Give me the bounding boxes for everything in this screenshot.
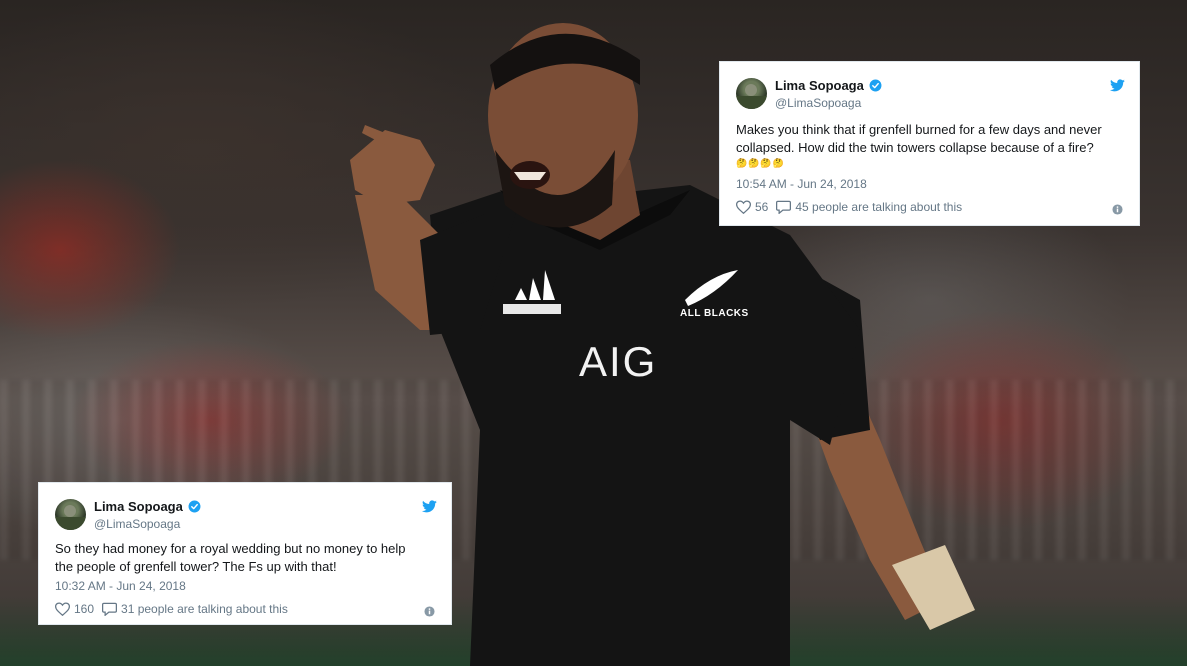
verified-badge-icon — [869, 79, 882, 92]
jersey-team-text: ALL BLACKS — [680, 308, 749, 319]
tweet-actions: 160 31 people are talking about this — [55, 602, 435, 616]
avatar[interactable] — [736, 78, 767, 109]
heart-icon — [736, 200, 751, 214]
tweet-actions: 56 45 people are talking about this — [736, 200, 1123, 214]
author-name[interactable]: Lima Sopoaga — [775, 78, 864, 93]
jersey-sponsor-text: AIG — [579, 338, 658, 385]
info-icon[interactable] — [424, 606, 435, 617]
tweet-emoji-line: 🤔🤔🤔🤔 — [736, 158, 785, 168]
tweet-text-line: So they had money for a royal wedding bu… — [55, 541, 406, 556]
conversation-link[interactable]: 45 people are talking about this — [776, 200, 962, 214]
talking-count-text: 31 people are talking about this — [121, 602, 288, 616]
tweet-text-line: Makes you think that if grenfell burned … — [736, 122, 1102, 137]
avatar[interactable] — [55, 499, 86, 530]
speech-bubble-icon — [102, 602, 118, 616]
heart-icon — [55, 602, 70, 616]
author-name[interactable]: Lima Sopoaga — [94, 499, 183, 514]
tweet-text: So they had money for a royal wedding bu… — [55, 540, 435, 576]
tweet-card[interactable]: Lima Sopoaga @LimaSopoaga So they had mo… — [38, 482, 452, 625]
tweet-timestamp[interactable]: 10:32 AM - Jun 24, 2018 — [55, 579, 186, 593]
twitter-bird-icon[interactable] — [422, 500, 437, 513]
twitter-bird-icon[interactable] — [1110, 79, 1125, 92]
tweet-timestamp[interactable]: 10:54 AM - Jun 24, 2018 — [736, 177, 867, 191]
tweet-card[interactable]: Lima Sopoaga @LimaSopoaga Makes you thin… — [719, 61, 1140, 226]
talking-count-text: 45 people are talking about this — [795, 200, 963, 214]
author-handle[interactable]: @LimaSopoaga — [94, 517, 180, 531]
verified-badge-icon — [188, 500, 201, 513]
tweet-text-line: the people of grenfell tower? The Fs up … — [55, 559, 337, 574]
conversation-link[interactable]: 31 people are talking about this — [102, 602, 288, 616]
like-count: 56 — [755, 200, 769, 214]
like-count: 160 — [74, 602, 95, 616]
author-handle[interactable]: @LimaSopoaga — [775, 96, 861, 110]
like-button[interactable]: 160 — [55, 602, 94, 616]
speech-bubble-icon — [776, 200, 792, 214]
info-icon[interactable] — [1112, 204, 1123, 215]
tweet-text-line: collapsed. How did the twin towers colla… — [736, 140, 1094, 155]
like-button[interactable]: 56 — [736, 200, 768, 214]
tweet-text: Makes you think that if grenfell burned … — [736, 121, 1123, 169]
